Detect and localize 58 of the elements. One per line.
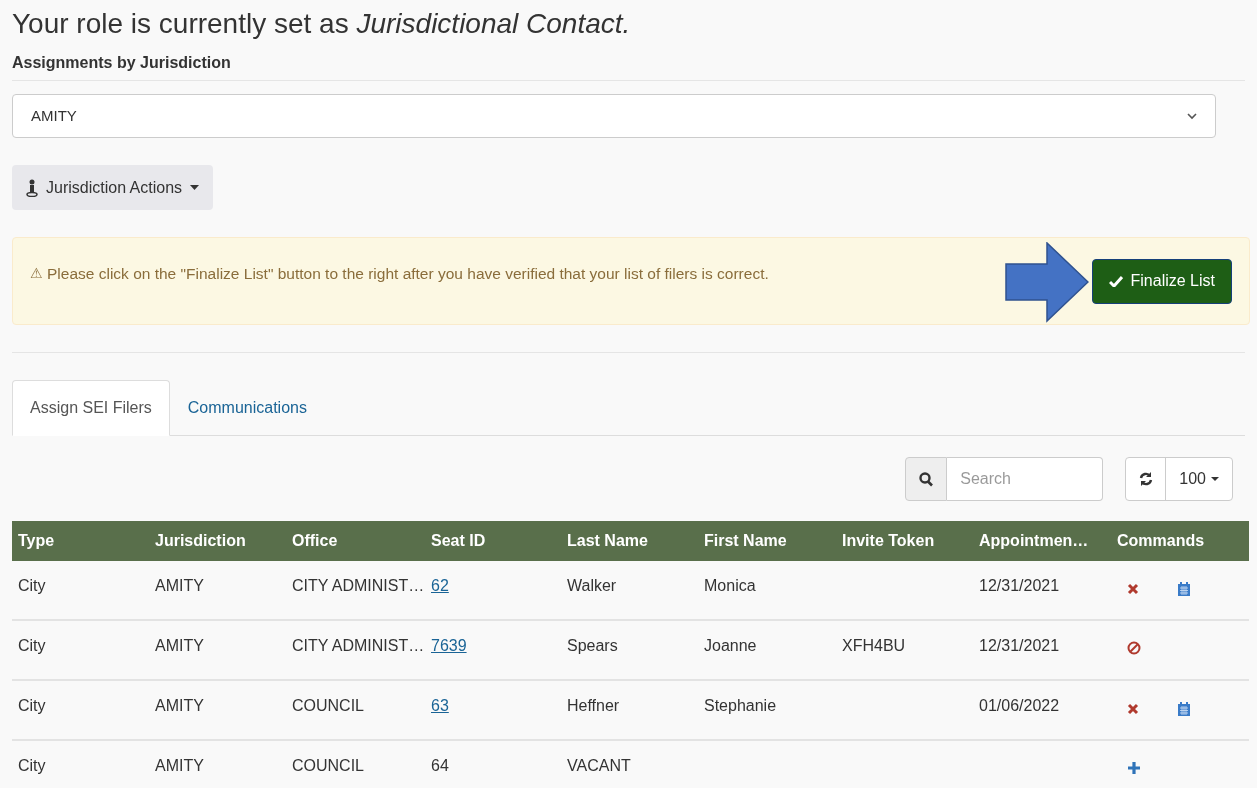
- table-cell: Stephanie: [704, 697, 777, 714]
- table-cell: Heffner: [567, 697, 620, 714]
- seat-id-link[interactable]: 63: [431, 697, 449, 714]
- section-label: Assignments by Jurisdiction: [12, 53, 232, 73]
- table-cell: 01/06/2022: [979, 697, 1060, 714]
- column-header[interactable]: Last Name: [561, 529, 698, 553]
- caret-icon: [1211, 477, 1219, 481]
- table-cell: City: [18, 637, 46, 654]
- jurisdiction-actions-button[interactable]: Jurisdiction Actions: [12, 165, 214, 210]
- table-cell: Monica: [704, 577, 756, 594]
- table-cell: Spears: [567, 637, 618, 654]
- table-cell: AMITY: [155, 577, 204, 594]
- table-cell: City: [18, 757, 46, 774]
- tab[interactable]: Assign SEI Filers: [12, 380, 170, 436]
- jurisdiction-select[interactable]: AMITY: [12, 94, 1216, 138]
- column-header[interactable]: Seat ID: [425, 529, 561, 553]
- table-cell: AMITY: [155, 697, 204, 714]
- check-icon: [1108, 275, 1123, 287]
- x-icon[interactable]: [1127, 583, 1139, 595]
- finalize-list-button[interactable]: Finalize List: [1091, 258, 1232, 304]
- calendar-icon[interactable]: [1177, 701, 1191, 717]
- table-cell: City: [18, 577, 46, 594]
- table-cell: COUNCIL: [292, 757, 364, 774]
- table-cell: 64: [431, 757, 449, 774]
- warning-icon: ⚠: [30, 263, 43, 285]
- calendar-icon[interactable]: [1177, 581, 1191, 597]
- column-header[interactable]: Appointmen…: [973, 529, 1111, 553]
- column-header[interactable]: Invite Token: [836, 529, 973, 553]
- table-cell: AMITY: [155, 637, 204, 654]
- table-cell: 12/31/2021: [979, 577, 1060, 594]
- column-header[interactable]: Commands: [1111, 529, 1249, 553]
- table-cell: AMITY: [155, 757, 204, 774]
- table-cell: Walker: [567, 577, 617, 594]
- alert-message: Please click on the "Finalize List" button to the right after you have verified that your list of filers is correct.: [47, 264, 769, 284]
- table-cell: City: [18, 697, 46, 714]
- page-heading: Your role is currently set as Jurisdictional Contact.: [12, 7, 632, 41]
- table-cell: 12/31/2021: [979, 637, 1060, 654]
- table-cell: XFH4BU: [842, 637, 906, 654]
- x-icon[interactable]: [1127, 703, 1139, 715]
- table-cell: VACANT: [567, 757, 631, 774]
- table-cell: CITY ADMINIST…: [292, 637, 425, 654]
- search-field[interactable]: Search: [947, 457, 1104, 501]
- prohibited-icon[interactable]: [1127, 641, 1141, 655]
- column-header[interactable]: Office: [286, 529, 425, 553]
- table-cell: CITY ADMINIST…: [292, 577, 425, 594]
- caret-icon: [190, 185, 200, 190]
- seat-id-link[interactable]: 62: [431, 577, 449, 594]
- person-icon: [26, 178, 38, 197]
- tab[interactable]: Communications: [169, 380, 325, 435]
- search-icon[interactable]: [905, 457, 948, 501]
- column-header[interactable]: Type: [12, 529, 149, 553]
- plus-icon[interactable]: [1127, 761, 1141, 775]
- table-cell: Joanne: [704, 637, 757, 654]
- column-header[interactable]: First Name: [698, 529, 836, 553]
- table-cell: COUNCIL: [292, 697, 364, 714]
- column-header[interactable]: Jurisdiction: [149, 529, 286, 553]
- chevron-down-icon: [1187, 112, 1197, 120]
- seat-id-link[interactable]: 7639: [431, 637, 467, 654]
